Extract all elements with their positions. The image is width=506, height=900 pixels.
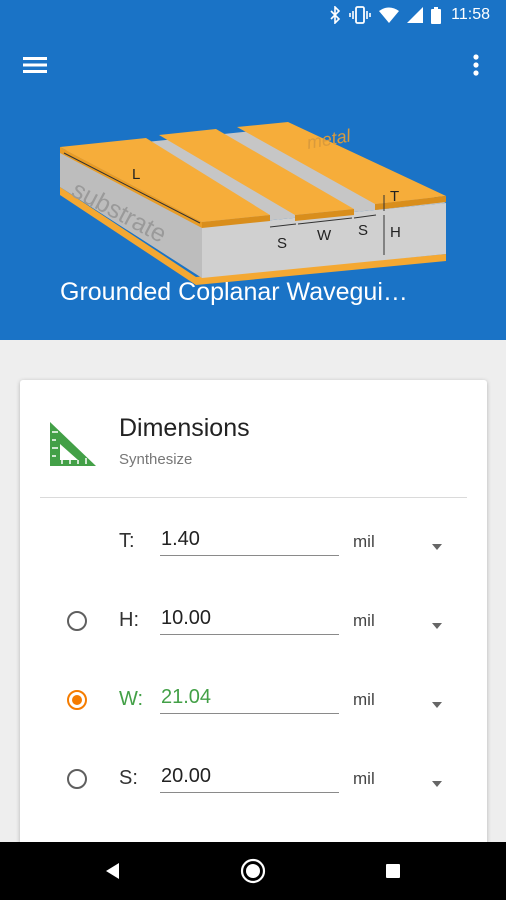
h-radio[interactable] — [67, 611, 87, 631]
unit-label: mil — [353, 611, 375, 630]
clock: 11:58 — [451, 6, 490, 23]
t-input[interactable] — [160, 524, 339, 556]
dimension-row-w: W: mil — [20, 682, 487, 722]
label-S-left: S — [277, 235, 287, 252]
status-icons: 11:58 — [329, 6, 490, 24]
recents-icon[interactable] — [378, 856, 408, 886]
s-radio[interactable] — [67, 769, 87, 789]
unit-dropdown-icon[interactable] — [431, 696, 443, 708]
unit-dropdown-icon[interactable] — [431, 617, 443, 629]
w-input[interactable] — [160, 682, 339, 714]
unit-label: mil — [353, 769, 375, 788]
unit-label: mil — [353, 690, 375, 709]
card-title: Dimensions — [119, 414, 250, 442]
h-input[interactable] — [160, 603, 339, 635]
field-label: T: — [119, 530, 135, 552]
s-input[interactable] — [160, 761, 339, 793]
status-bar: 11:58 — [0, 0, 506, 32]
unit-dropdown-icon[interactable] — [431, 538, 443, 550]
home-icon[interactable] — [238, 856, 268, 886]
field-label: S: — [119, 767, 138, 789]
label-T: T — [390, 188, 399, 205]
app-bar: L substrate metal T H S W S Grounded Cop… — [0, 32, 506, 340]
menu-icon[interactable] — [20, 52, 50, 78]
set-square-icon — [48, 418, 100, 470]
divider — [40, 497, 467, 498]
label-H: H — [390, 224, 401, 241]
w-radio[interactable] — [67, 690, 87, 710]
unit-label: mil — [353, 532, 375, 551]
navigation-bar — [0, 842, 506, 900]
label-metal: metal — [305, 125, 353, 153]
field-label: H: — [119, 609, 139, 631]
battery-icon — [431, 6, 442, 24]
dimension-row-t: T: mil — [20, 524, 487, 564]
signal-icon — [407, 7, 424, 23]
dimension-row-s: S: mil — [20, 761, 487, 801]
label-W: W — [317, 227, 332, 244]
dimension-row-h: H: mil — [20, 603, 487, 643]
wifi-icon — [379, 7, 400, 23]
label-L: L — [132, 166, 140, 183]
page-title: Grounded Coplanar Wavegui… — [60, 278, 408, 306]
more-vert-icon[interactable] — [466, 52, 486, 78]
bluetooth-icon — [329, 6, 341, 24]
vibrate-icon — [349, 6, 371, 24]
dimensions-card: Dimensions Synthesize T: mil H: mil W: m… — [20, 380, 487, 900]
card-subtitle: Synthesize — [119, 451, 193, 468]
waveguide-illustration: L substrate metal T H S W S — [60, 122, 446, 285]
field-label: W: — [119, 688, 144, 710]
back-icon[interactable] — [98, 856, 128, 886]
unit-dropdown-icon[interactable] — [431, 775, 443, 787]
label-S-right: S — [358, 222, 368, 239]
